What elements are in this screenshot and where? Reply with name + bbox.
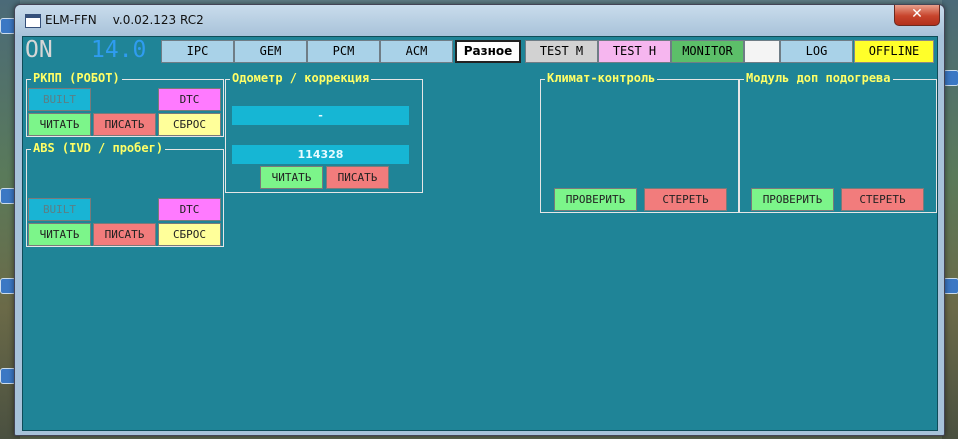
window-title: ELM-FFN v.0.02.123 RC2: [45, 13, 204, 27]
tab-test-m[interactable]: TEST M: [525, 40, 598, 63]
tab-test-h[interactable]: TEST H: [598, 40, 671, 63]
odometer-current-field[interactable]: -: [232, 106, 409, 125]
climate-check-button[interactable]: ПРОВЕРИТЬ: [554, 188, 637, 211]
odometer-write-button[interactable]: ПИСАТЬ: [326, 166, 389, 189]
heater-group: Модуль доп подогрева ПРОВЕРИТЬ СТЕРЕТЬ: [739, 71, 937, 213]
odometer-read-button[interactable]: ЧИТАТЬ: [260, 166, 323, 189]
climate-erase-button[interactable]: СТЕРЕТЬ: [644, 188, 727, 211]
abs-read-button[interactable]: ЧИТАТЬ: [28, 223, 91, 246]
abs-built-button[interactable]: BUILT: [28, 198, 91, 221]
rkpp-built-button[interactable]: BUILT: [28, 88, 91, 111]
app-name: ELM-FFN: [45, 13, 97, 27]
close-button[interactable]: ✕: [894, 5, 940, 26]
abs-dtc-button[interactable]: DTC: [158, 198, 221, 221]
heater-check-button[interactable]: ПРОВЕРИТЬ: [751, 188, 834, 211]
rkpp-group-title: РКПП (РОБОТ): [31, 71, 122, 85]
odometer-group-title: Одометр / коррекция: [230, 71, 372, 85]
tab-monitor[interactable]: MONITOR: [671, 40, 744, 63]
odometer-value-field[interactable]: 114328: [232, 145, 409, 164]
abs-group-title: ABS (IVD / пробег): [31, 141, 166, 155]
title-bar[interactable]: ELM-FFN v.0.02.123 RC2 ✕: [15, 5, 944, 35]
rkpp-read-button[interactable]: ЧИТАТЬ: [28, 113, 91, 136]
tab-pcm[interactable]: PCM: [307, 40, 380, 63]
main-panel: ON 14.0 IPC GEM PCM ACM Разное TEST M TE…: [22, 36, 938, 431]
tab-blank[interactable]: [744, 40, 780, 63]
rkpp-write-button[interactable]: ПИСАТЬ: [93, 113, 156, 136]
heater-group-title: Модуль доп подогрева: [744, 71, 893, 85]
rkpp-reset-button[interactable]: СБРОС: [158, 113, 221, 136]
tab-offline[interactable]: OFFLINE: [854, 40, 934, 63]
climate-group: Климат-контроль ПРОВЕРИТЬ СТЕРЕТЬ: [540, 71, 739, 213]
tab-gem[interactable]: GEM: [234, 40, 307, 63]
abs-reset-button[interactable]: СБРОС: [158, 223, 221, 246]
voltage-readout: 14.0: [91, 37, 147, 63]
ignition-status: ON: [25, 37, 53, 63]
app-icon: [25, 14, 41, 28]
odometer-group: Одометр / коррекция: [225, 71, 423, 193]
tab-log[interactable]: LOG: [780, 40, 853, 63]
heater-erase-button[interactable]: СТЕРЕТЬ: [841, 188, 924, 211]
app-window: ELM-FFN v.0.02.123 RC2 ✕ ON 14.0 IPC GEM …: [14, 4, 945, 436]
climate-group-title: Климат-контроль: [545, 71, 658, 85]
desktop-shortcut-icon[interactable]: [943, 70, 958, 86]
rkpp-dtc-button[interactable]: DTC: [158, 88, 221, 111]
tab-raznoe[interactable]: Разное: [455, 40, 521, 63]
abs-write-button[interactable]: ПИСАТЬ: [93, 223, 156, 246]
desktop-shortcut-icon[interactable]: [943, 278, 958, 294]
rkpp-group: РКПП (РОБОТ) BUILT DTC ЧИТАТЬ ПИСАТЬ СБР…: [26, 71, 224, 137]
abs-group: ABS (IVD / пробег) BUILT DTC ЧИТАТЬ ПИСА…: [26, 141, 224, 247]
app-version: v.0.02.123 RC2: [112, 13, 204, 27]
tab-acm[interactable]: ACM: [380, 40, 453, 63]
top-toolbar: ON 14.0 IPC GEM PCM ACM Разное TEST M TE…: [23, 37, 937, 63]
tab-ipc[interactable]: IPC: [161, 40, 234, 63]
